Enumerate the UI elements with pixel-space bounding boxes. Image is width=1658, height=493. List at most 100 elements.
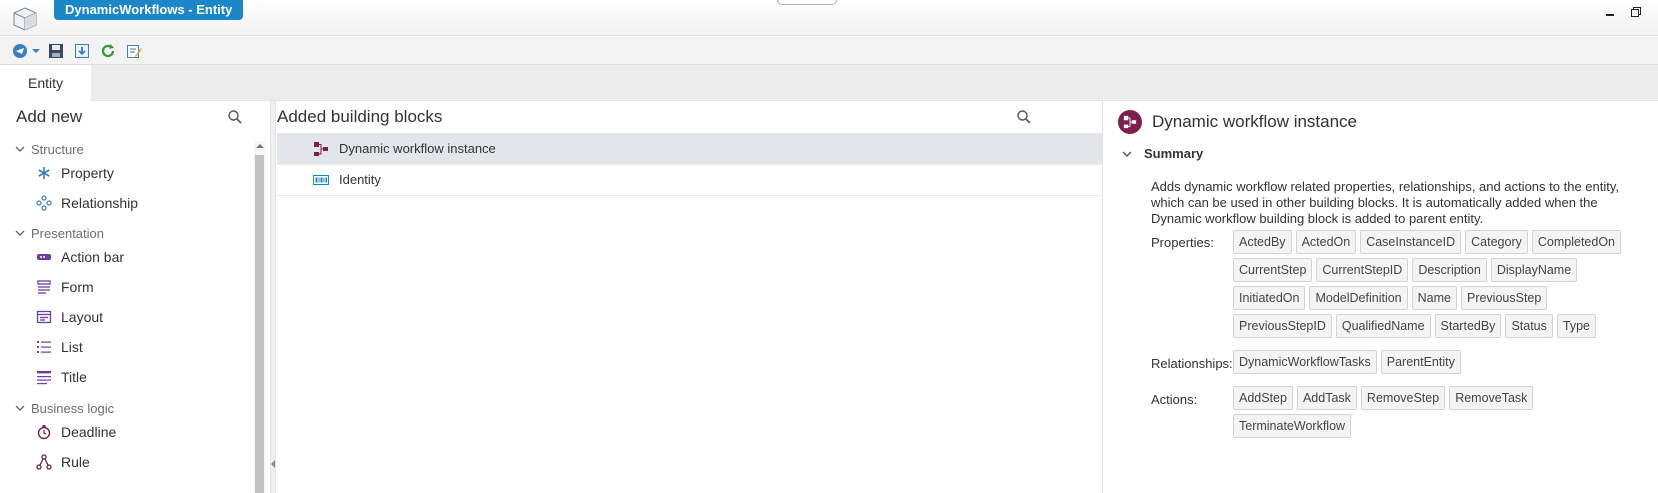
group-presentation[interactable]: Presentation — [15, 224, 104, 242]
property-chip[interactable]: CurrentStep — [1233, 258, 1313, 282]
property-chip[interactable]: QualifiedName — [1335, 314, 1431, 338]
add-relationship-item[interactable]: Relationship — [36, 192, 138, 214]
building-blocks-title: Added building blocks — [277, 107, 443, 126]
add-form-item[interactable]: Form — [36, 276, 94, 298]
building-blocks-pane: Added building blocks Dynamic workflow i… — [276, 101, 1103, 493]
property-chip[interactable]: PreviousStep — [1460, 286, 1548, 310]
relationships-chips: DynamicWorkflowTasks ParentEntity — [1233, 350, 1633, 374]
scroll-up-arrow-icon[interactable] — [254, 143, 265, 151]
group-label: Business logic — [31, 400, 115, 416]
app-cube-icon — [12, 6, 38, 32]
item-label: Form — [61, 279, 94, 295]
publish-icon[interactable] — [10, 41, 30, 61]
group-business-logic[interactable]: Business logic — [15, 399, 114, 417]
group-structure[interactable]: Structure — [15, 140, 84, 158]
property-chip[interactable]: ActedBy — [1233, 230, 1292, 254]
window-title: DynamicWorkflows - Entity — [54, 0, 244, 20]
add-new-title: Add new — [16, 107, 83, 126]
workflow-icon — [313, 141, 329, 157]
left-scrollbar[interactable] — [254, 141, 265, 493]
title-icon — [36, 369, 52, 385]
summary-toggle[interactable]: Summary — [1122, 146, 1203, 161]
item-label: Action bar — [61, 249, 125, 265]
chevron-down-icon — [1122, 151, 1132, 157]
block-label: Dynamic workflow instance — [339, 141, 496, 156]
form-icon — [36, 279, 52, 295]
top-handle[interactable] — [777, 0, 837, 5]
property-chip[interactable]: PreviousStepID — [1233, 314, 1332, 338]
item-label: Title — [61, 369, 87, 385]
title-bar: DynamicWorkflows - Entity — [0, 0, 1658, 36]
add-layout-item[interactable]: Layout — [36, 306, 103, 328]
relationship-chip[interactable]: DynamicWorkflowTasks — [1233, 350, 1377, 374]
add-new-pane: Add new Structure Property Relationship … — [0, 101, 270, 493]
block-identity[interactable]: Identity — [277, 164, 1102, 196]
property-chip[interactable]: DisplayName — [1490, 258, 1578, 282]
export-icon[interactable] — [72, 41, 92, 61]
group-label: Structure — [31, 141, 84, 157]
details-title: Dynamic workflow instance — [1152, 112, 1358, 131]
property-chip[interactable]: CompletedOn — [1531, 230, 1621, 254]
actions-label: Actions: — [1151, 392, 1198, 407]
add-rule-item[interactable]: Rule — [36, 451, 90, 473]
block-dynamic-workflow-instance[interactable]: Dynamic workflow instance — [277, 133, 1102, 165]
block-label: Identity — [339, 172, 381, 187]
relationship-chip[interactable]: ParentEntity — [1380, 350, 1461, 374]
edit-icon[interactable] — [124, 41, 144, 61]
tab-entity[interactable]: Entity — [0, 65, 91, 101]
property-chip[interactable]: StartedBy — [1434, 314, 1502, 338]
deadline-icon — [36, 424, 52, 440]
minimize-icon[interactable] — [1604, 6, 1616, 18]
asterisk-icon — [36, 165, 52, 181]
details-pane: Dynamic workflow instance Summary Adds d… — [1104, 101, 1658, 493]
list-icon — [36, 339, 52, 355]
item-label: Deadline — [61, 424, 117, 440]
relationships-label: Relationships: — [1151, 356, 1233, 371]
item-label: Property — [61, 165, 114, 181]
add-deadline-item[interactable]: Deadline — [36, 421, 116, 443]
search-icon[interactable] — [1016, 109, 1032, 125]
item-label: List — [61, 339, 83, 355]
toolbar — [0, 37, 1658, 65]
add-action-bar-item[interactable]: Action bar — [36, 246, 124, 268]
add-property-item[interactable]: Property — [36, 162, 114, 184]
item-label: Relationship — [61, 195, 139, 211]
property-chip[interactable]: InitiatedOn — [1233, 286, 1306, 310]
layout-icon — [36, 309, 52, 325]
property-chip[interactable]: Category — [1465, 230, 1528, 254]
action-chip[interactable]: RemoveTask — [1449, 386, 1534, 410]
chevron-down-icon[interactable] — [32, 41, 40, 61]
property-chip[interactable]: Status — [1505, 314, 1553, 338]
tab-strip: Entity — [0, 65, 1658, 101]
property-chip[interactable]: Description — [1412, 258, 1487, 282]
restore-icon[interactable] — [1630, 6, 1642, 18]
property-chip[interactable]: ModelDefinition — [1309, 286, 1408, 310]
action-chip[interactable]: TerminateWorkflow — [1233, 414, 1352, 438]
add-list-item[interactable]: List — [36, 336, 83, 358]
property-chip[interactable]: Name — [1411, 286, 1457, 310]
collapse-arrow-icon[interactable] — [271, 457, 275, 468]
search-icon[interactable] — [227, 109, 243, 125]
action-bar-icon — [36, 249, 52, 265]
chevron-down-icon — [15, 146, 25, 152]
property-chip[interactable]: Type — [1556, 314, 1596, 338]
workflow-icon — [1118, 110, 1142, 134]
rule-icon — [36, 454, 52, 470]
summary-description: Adds dynamic workflow related properties… — [1151, 179, 1619, 226]
properties-chips: ActedBy ActedOn CaseInstanceID Category Comp… — [1233, 230, 1633, 338]
add-title-item[interactable]: Title — [36, 366, 87, 388]
refresh-icon[interactable] — [98, 41, 118, 61]
chevron-down-icon — [15, 405, 25, 411]
summary-label: Summary — [1144, 146, 1204, 161]
action-chip[interactable]: AddStep — [1233, 386, 1293, 410]
property-chip[interactable]: CurrentStepID — [1316, 258, 1409, 282]
item-label: Rule — [61, 454, 90, 470]
property-chip[interactable]: ActedOn — [1295, 230, 1357, 254]
action-chip[interactable]: AddTask — [1296, 386, 1357, 410]
item-label: Layout — [61, 309, 104, 325]
scroll-thumb[interactable] — [255, 155, 264, 493]
property-chip[interactable]: CaseInstanceID — [1360, 230, 1462, 254]
chevron-down-icon — [15, 230, 25, 236]
save-icon[interactable] — [46, 41, 66, 61]
action-chip[interactable]: RemoveStep — [1360, 386, 1446, 410]
